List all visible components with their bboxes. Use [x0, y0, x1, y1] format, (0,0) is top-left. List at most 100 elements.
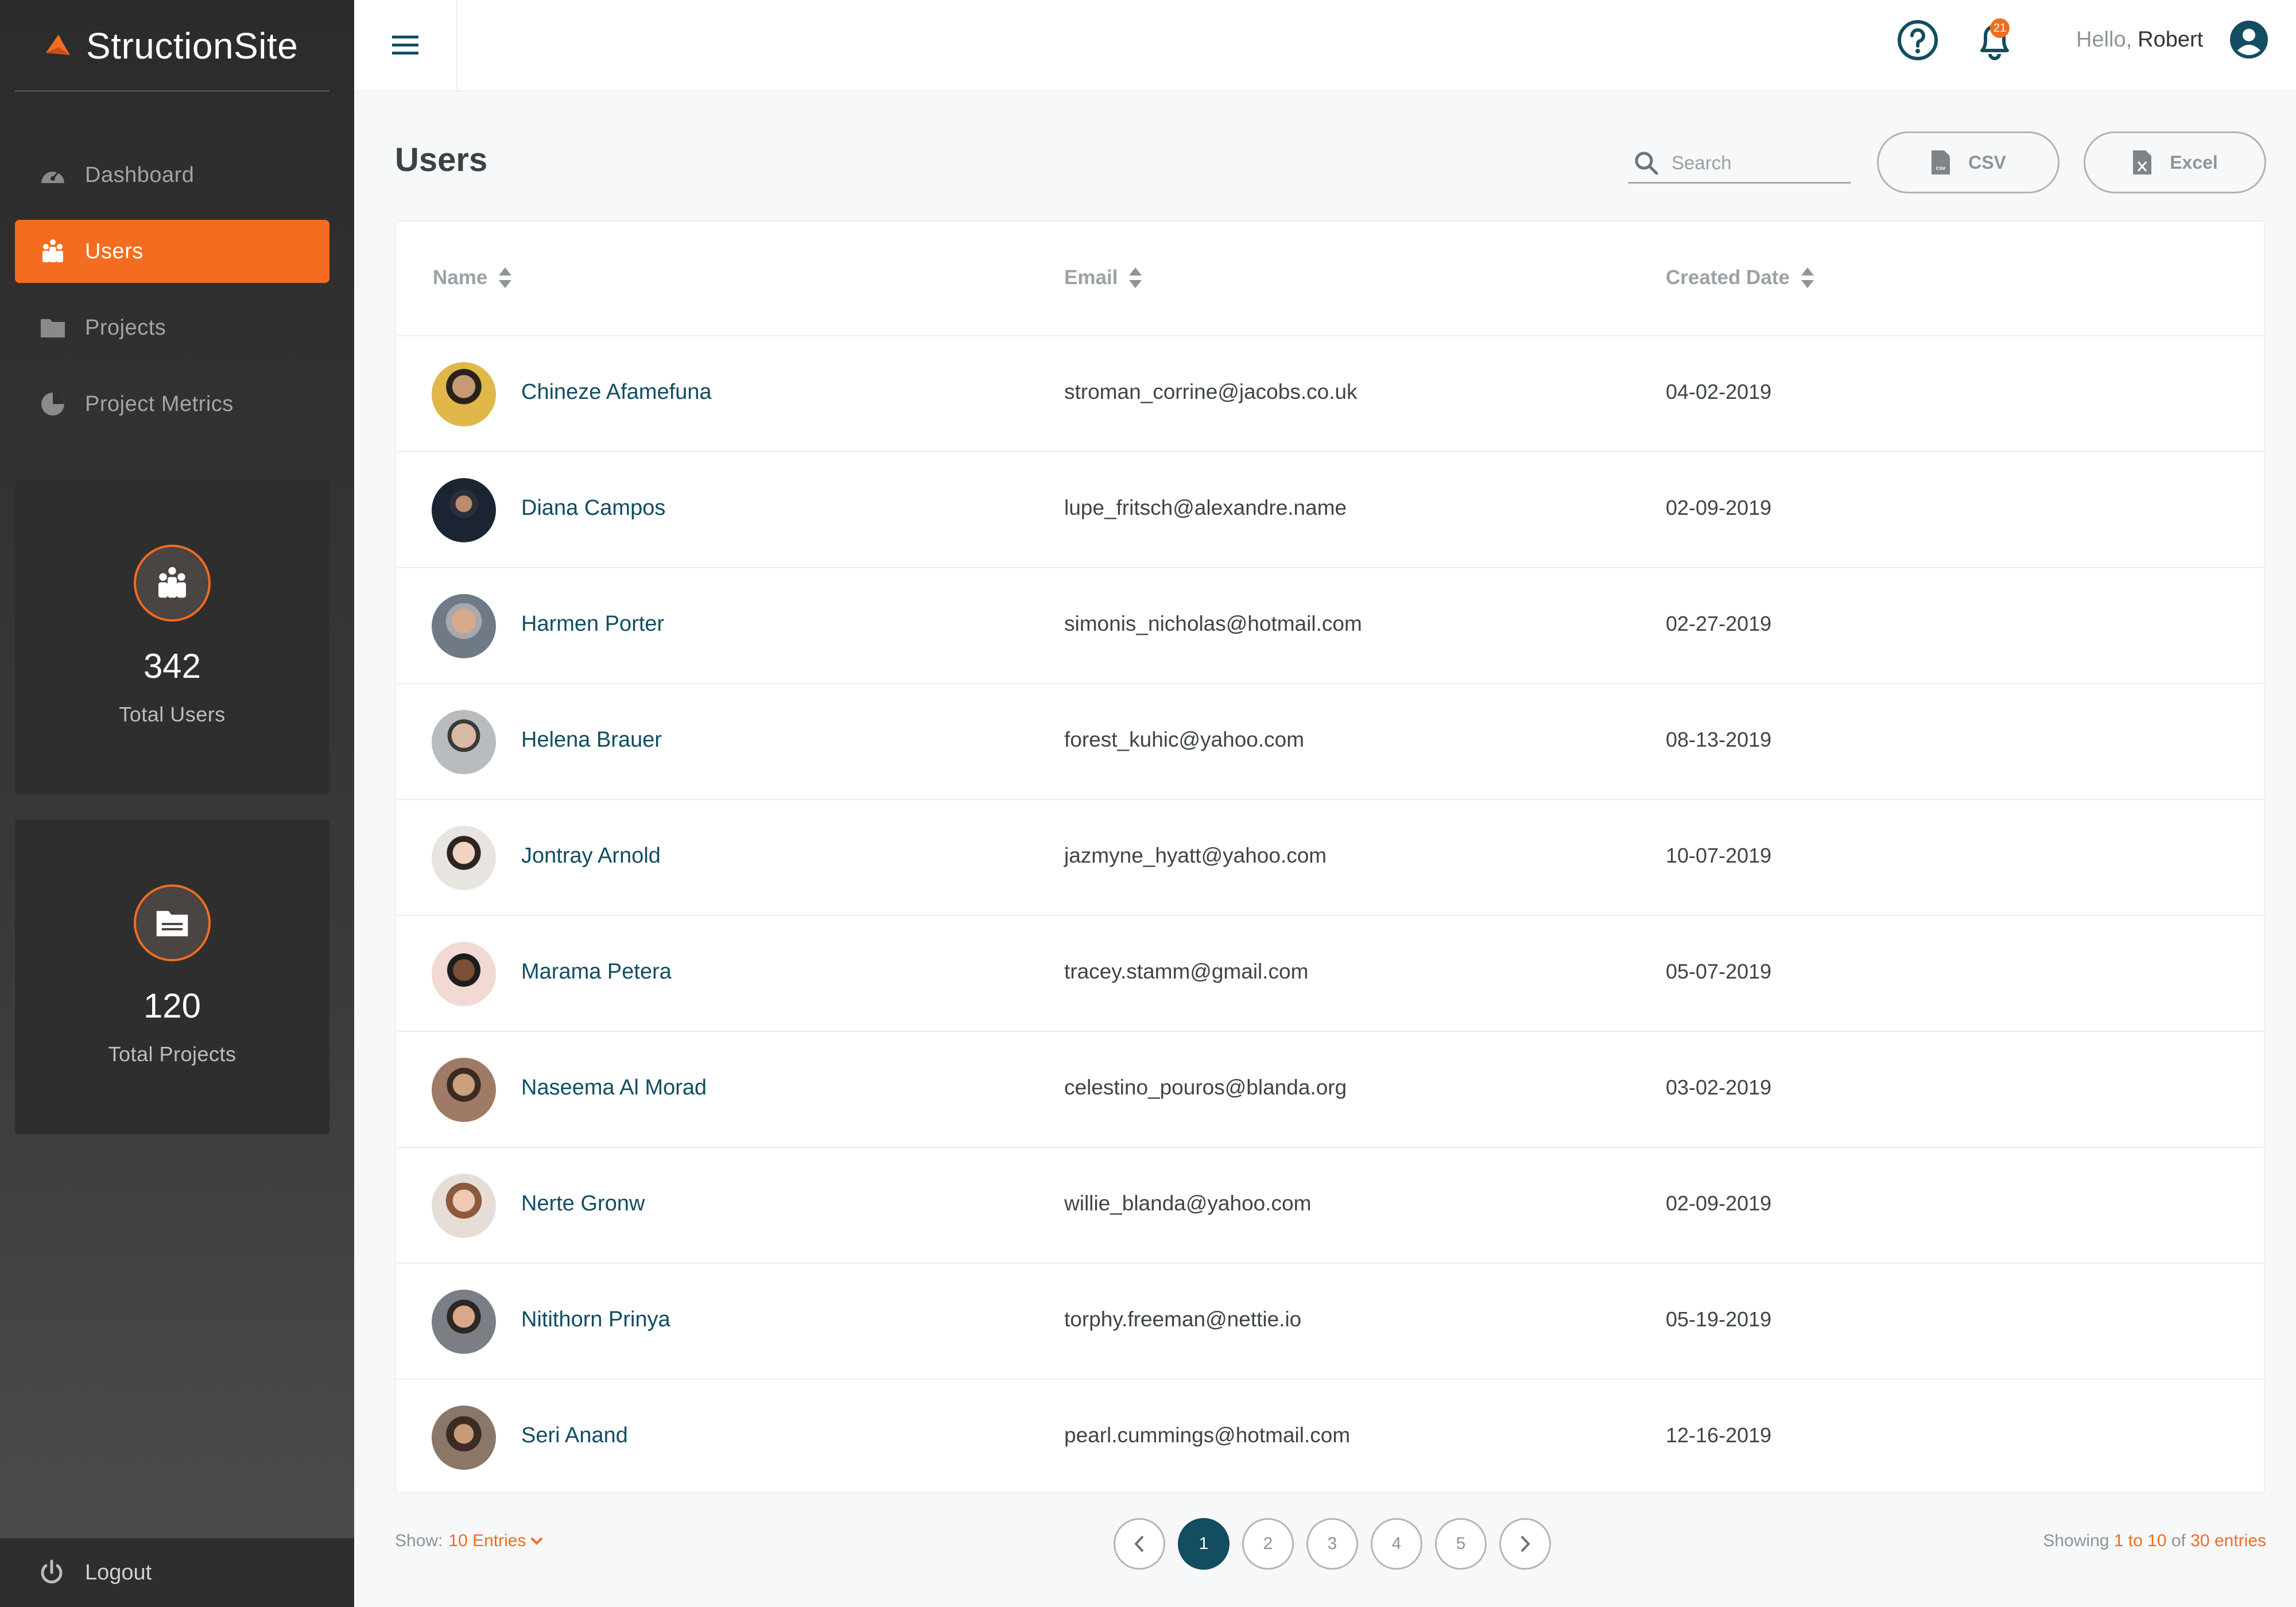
sidebar-item-label: Users	[85, 239, 144, 263]
avatar	[432, 362, 496, 426]
excel-file-icon	[2133, 150, 2152, 174]
user-name-link[interactable]: Helena Brauer	[521, 728, 662, 752]
table-body: Chineze Afamefuna stroman_corrine@jacobs…	[396, 336, 2264, 1496]
page-button-1[interactable]: 1	[1178, 1518, 1230, 1570]
sort-icon	[1129, 267, 1142, 288]
entries-select[interactable]: 10 Entries	[448, 1531, 543, 1551]
user-email: jazmyne_hyatt@yahoo.com	[1064, 844, 1327, 867]
avatar	[432, 1406, 496, 1470]
csv-file-icon: csv	[1932, 150, 1950, 174]
stat-value: 342	[143, 647, 201, 685]
avatar	[432, 478, 496, 542]
user-name-link[interactable]: Nerte Gronw	[521, 1191, 645, 1216]
page-button-2[interactable]: 2	[1242, 1518, 1294, 1570]
brand[interactable]: StructionSite	[41, 17, 298, 75]
user-name-link[interactable]: Jontray Arnold	[521, 844, 661, 868]
sidebar-item-users[interactable]: Users	[15, 220, 329, 283]
user-email: torphy.freeman@nettie.io	[1064, 1307, 1302, 1331]
power-icon	[41, 1559, 63, 1583]
column-header-name[interactable]: Name	[433, 266, 513, 289]
table-row[interactable]: Marama Petera tracey.stamm@gmail.com 05-…	[396, 916, 2264, 1032]
table-row[interactable]: Naseema Al Morad celestino_pouros@blanda…	[396, 1032, 2264, 1148]
table-row[interactable]: Seri Anand pearl.cummings@hotmail.com 12…	[396, 1380, 2264, 1496]
brand-name: StructionSite	[86, 25, 298, 67]
show-label: Show:	[395, 1531, 443, 1550]
sidebar-item-label: Dashboard	[85, 162, 195, 187]
table-row[interactable]: Nerte Gronw willie_blanda@yahoo.com 02-0…	[396, 1148, 2264, 1264]
user-name-link[interactable]: Marama Petera	[521, 960, 672, 984]
chevron-left-icon	[1134, 1535, 1144, 1552]
logout-button[interactable]: Logout	[0, 1538, 354, 1607]
user-name-link[interactable]: Naseema Al Morad	[521, 1076, 707, 1100]
export-excel-button[interactable]: Excel	[2084, 131, 2266, 193]
created-date: 02-09-2019	[1666, 496, 1772, 519]
sidebar-item-label: Project Metrics	[85, 391, 234, 416]
page-title: Users	[395, 141, 488, 178]
stat-card-total-projects: 120 Total Projects	[15, 820, 329, 1134]
stat-card-total-users: 342 Total Users	[15, 480, 329, 794]
sort-icon	[499, 267, 512, 288]
stat-value: 120	[143, 987, 201, 1025]
sidebar-item-projects[interactable]: Projects	[15, 296, 329, 359]
next-page-button[interactable]	[1499, 1518, 1551, 1570]
user-name-link[interactable]: Nitithorn Prinya	[521, 1307, 670, 1332]
users-icon	[39, 238, 67, 265]
table-row[interactable]: Diana Campos lupe_fritsch@alexandre.name…	[396, 452, 2264, 568]
table-row[interactable]: Harmen Porter simonis_nicholas@hotmail.c…	[396, 568, 2264, 684]
users-table: Name Email Created Date Chineze Afamefun…	[395, 220, 2265, 1493]
table-row[interactable]: Chineze Afamefuna stroman_corrine@jacobs…	[396, 336, 2264, 452]
top-bar: 21 Hello, Robert	[354, 0, 2296, 92]
stat-label: Total Projects	[108, 1042, 236, 1066]
search-input[interactable]	[1671, 152, 1844, 174]
user-name-link[interactable]: Diana Campos	[521, 496, 665, 521]
user-name-link[interactable]: Chineze Afamefuna	[521, 380, 712, 405]
page-button-3[interactable]: 3	[1306, 1518, 1358, 1570]
table-row[interactable]: Nitithorn Prinya torphy.freeman@nettie.i…	[396, 1264, 2264, 1380]
created-date: 05-07-2019	[1666, 960, 1772, 983]
table-header: Name Email Created Date	[396, 222, 2264, 336]
prev-page-button[interactable]	[1114, 1518, 1165, 1570]
created-date: 02-09-2019	[1666, 1191, 1772, 1215]
created-date: 10-07-2019	[1666, 844, 1772, 867]
excel-label: Excel	[2170, 152, 2218, 173]
user-email: forest_kuhic@yahoo.com	[1064, 728, 1305, 751]
avatar	[432, 942, 496, 1006]
user-email: willie_blanda@yahoo.com	[1064, 1191, 1312, 1215]
user-name-link[interactable]: Seri Anand	[521, 1423, 628, 1448]
export-csv-button[interactable]: csv CSV	[1877, 131, 2060, 193]
avatar	[432, 826, 496, 890]
chevron-right-icon	[1521, 1535, 1530, 1552]
sidebar-item-project-metrics[interactable]: Project Metrics	[15, 372, 329, 436]
avatar	[432, 1174, 496, 1238]
user-greeting[interactable]: Hello, Robert	[2076, 25, 2203, 54]
folder-icon	[134, 884, 211, 961]
user-name: Robert	[2138, 27, 2204, 52]
column-header-created-date[interactable]: Created Date	[1666, 266, 1815, 289]
avatar	[432, 1058, 496, 1122]
user-avatar-icon[interactable]	[2229, 20, 2269, 60]
page-button-5[interactable]: 5	[1435, 1518, 1487, 1570]
user-email: stroman_corrine@jacobs.co.uk	[1064, 380, 1358, 403]
sidebar-item-dashboard[interactable]: Dashboard	[15, 143, 329, 207]
menu-toggle-button[interactable]	[354, 0, 457, 91]
sort-icon	[1801, 267, 1814, 288]
greeting-prefix: Hello,	[2076, 27, 2132, 52]
entries-per-page: Show: 10 Entries	[395, 1531, 543, 1551]
user-email: simonis_nicholas@hotmail.com	[1064, 612, 1362, 635]
notification-badge: 21	[1990, 18, 2010, 38]
folder-icon	[39, 314, 67, 341]
user-name-link[interactable]: Harmen Porter	[521, 612, 664, 636]
gauge-icon	[39, 161, 67, 189]
created-date: 05-19-2019	[1666, 1307, 1772, 1331]
user-email: pearl.cummings@hotmail.com	[1064, 1423, 1351, 1447]
stat-label: Total Users	[119, 702, 226, 726]
logout-label: Logout	[85, 1560, 152, 1585]
page-button-4[interactable]: 4	[1371, 1518, 1422, 1570]
table-row[interactable]: Helena Brauer forest_kuhic@yahoo.com 08-…	[396, 684, 2264, 800]
help-icon[interactable]	[1897, 20, 1938, 61]
column-header-email[interactable]: Email	[1064, 266, 1143, 289]
divider	[15, 90, 329, 92]
table-row[interactable]: Jontray Arnold jazmyne_hyatt@yahoo.com 1…	[396, 800, 2264, 916]
search-box[interactable]	[1628, 143, 1851, 184]
user-email: lupe_fritsch@alexandre.name	[1064, 496, 1347, 519]
